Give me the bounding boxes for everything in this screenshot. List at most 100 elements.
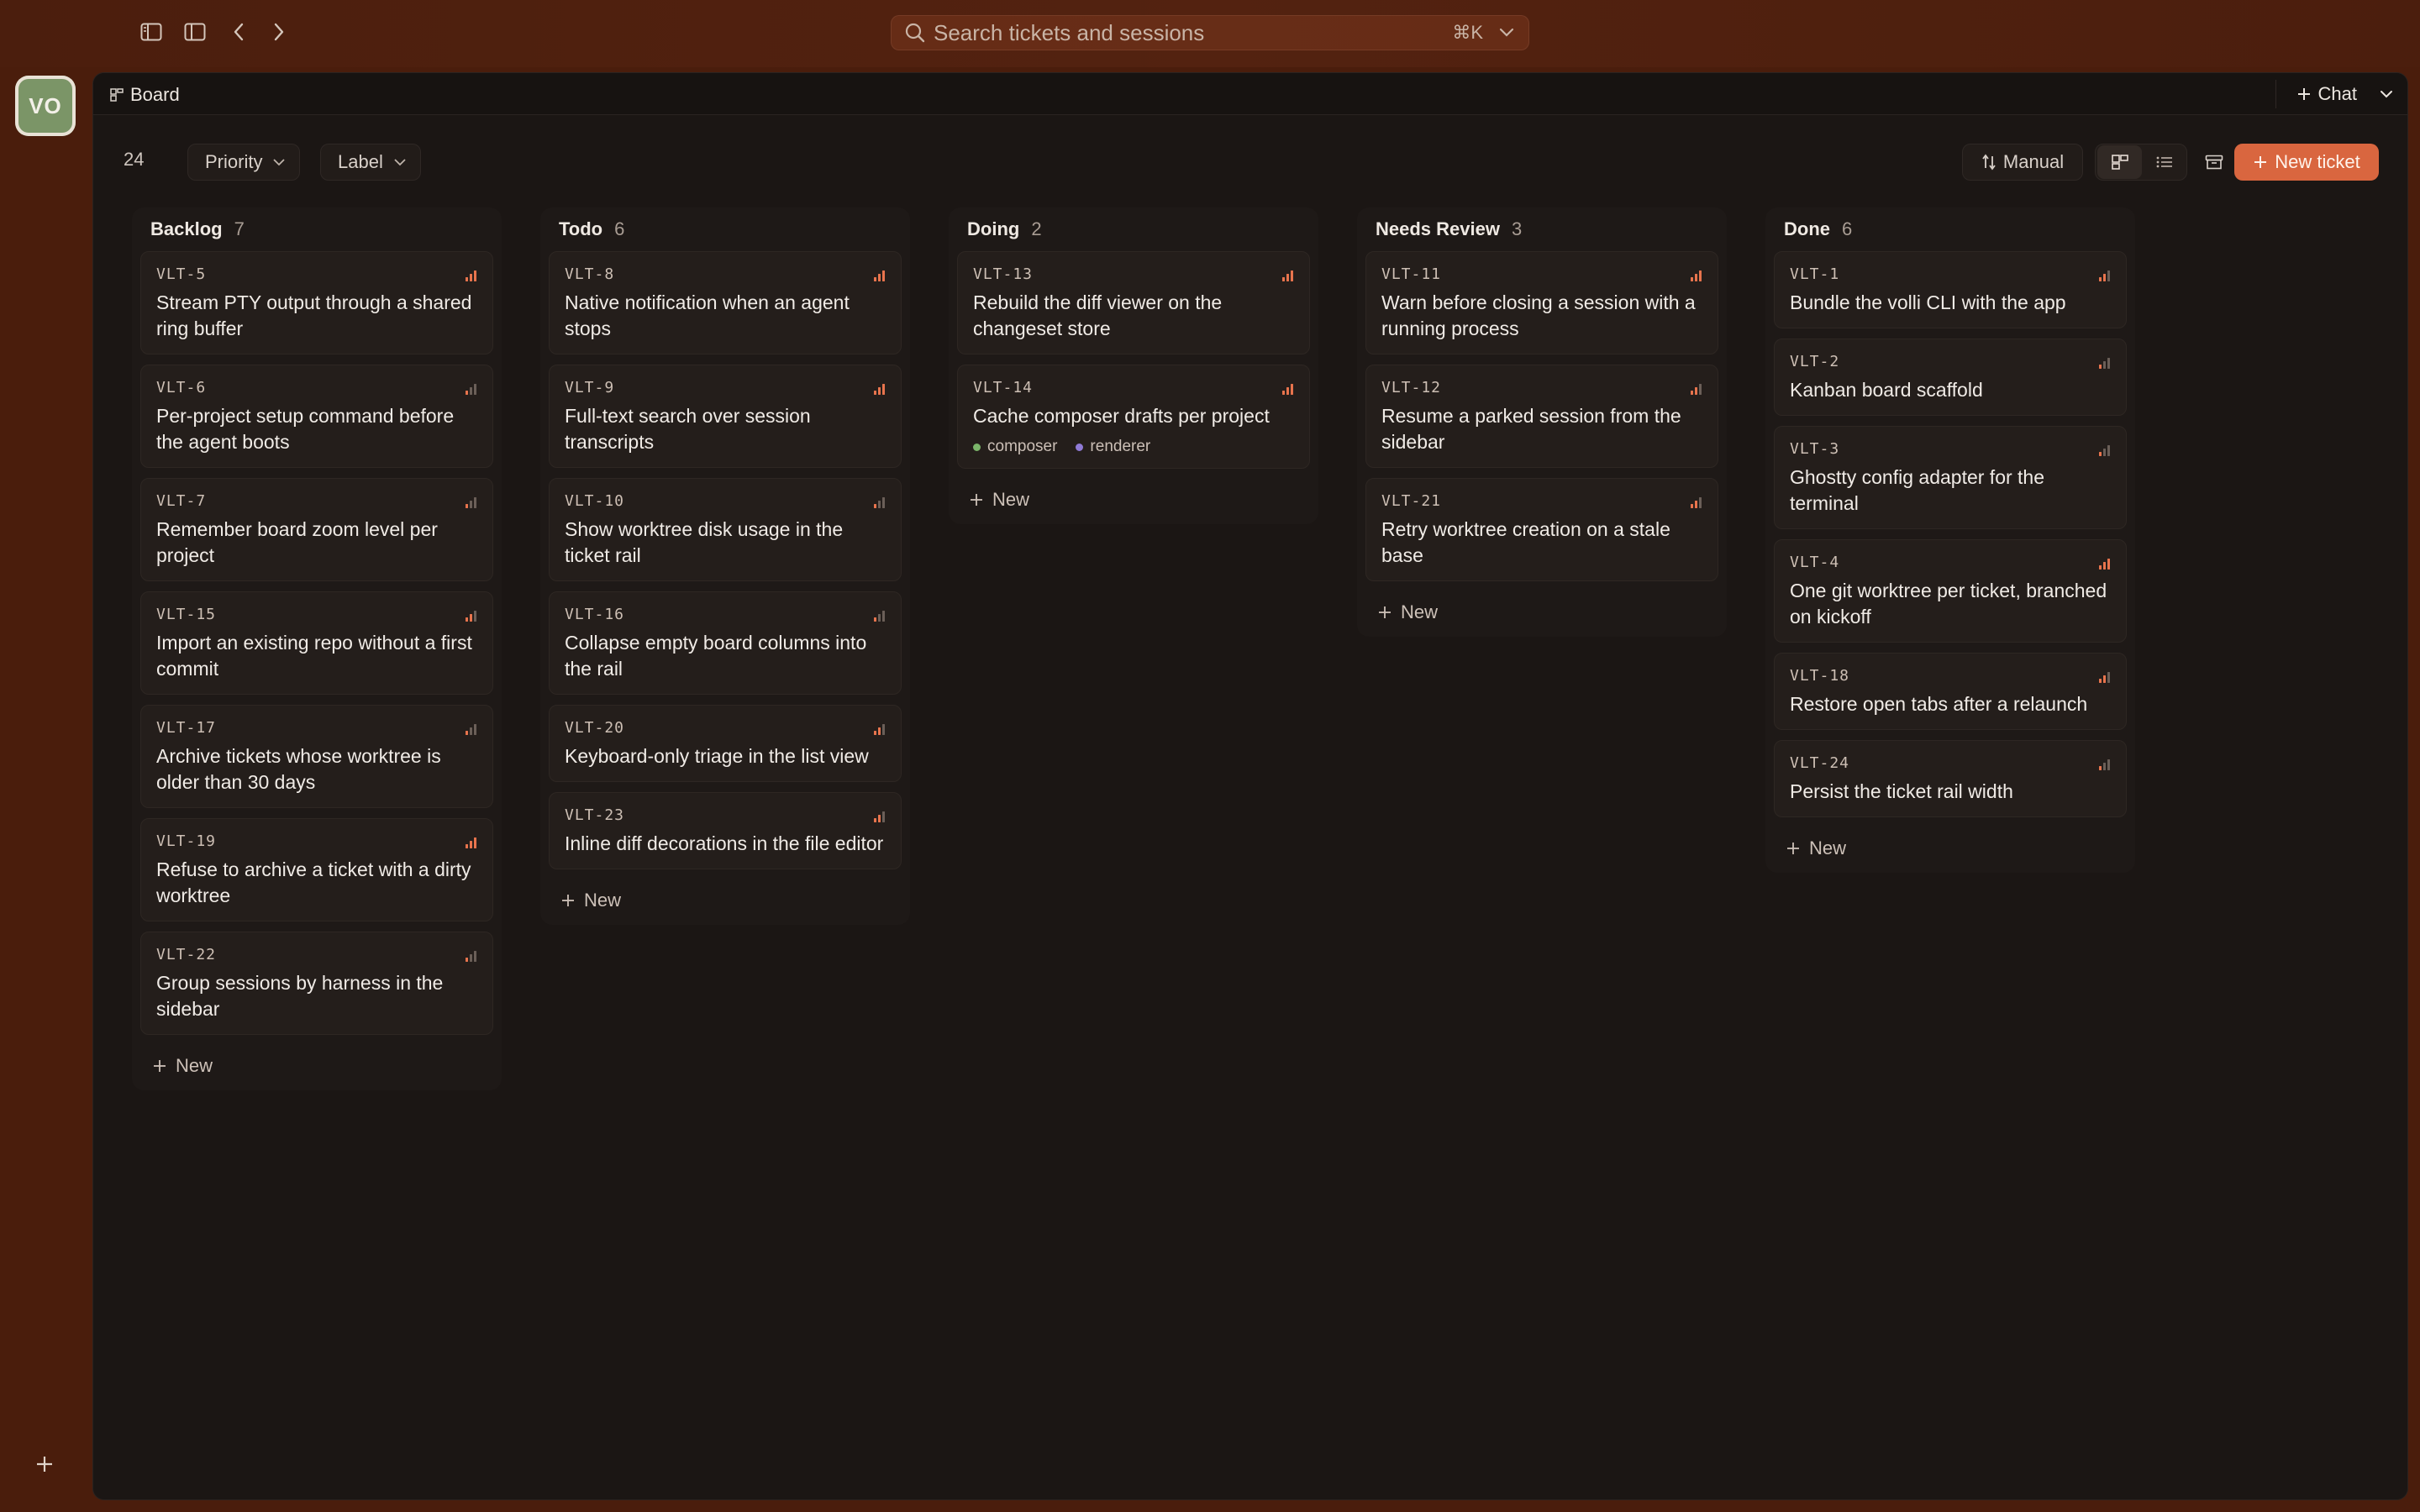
ticket-title: One git worktree per ticket, branched on… — [1790, 580, 2107, 627]
priority-icon — [1282, 384, 1293, 395]
tab-board[interactable]: Board — [110, 81, 180, 108]
ticket-id: VLT-21 — [1381, 492, 1442, 510]
ticket-id: VLT-14 — [973, 379, 1034, 396]
priority-indicator — [464, 269, 477, 286]
ticket-card[interactable]: VLT-3 Ghostty config adapter for the term… — [1774, 426, 2127, 529]
add-workspace-button[interactable] — [25, 1445, 64, 1483]
ticket-title: Remember board zoom level per project — [156, 518, 438, 566]
ticket-id: VLT-12 — [1381, 379, 1442, 396]
label-filter-label: Label — [338, 151, 383, 172]
chat-button[interactable]: Chat — [2275, 80, 2357, 108]
ticket-id: VLT-7 — [156, 492, 207, 510]
ticket-card[interactable]: VLT-5 Stream PTY output through a shared … — [140, 251, 493, 354]
priority-indicator — [872, 722, 886, 740]
ticket-card[interactable]: VLT-23 Inline diff decorations in the fil… — [549, 792, 902, 869]
plus-icon — [562, 895, 574, 906]
ticket-id: VLT-6 — [156, 379, 207, 396]
chevron-down-icon[interactable] — [2379, 88, 2394, 103]
new-card-button[interactable]: New — [957, 479, 1310, 511]
ticket-card[interactable]: VLT-8 Native notification when an agent s… — [549, 251, 902, 354]
new-card-label: New — [176, 1055, 213, 1076]
ticket-card[interactable]: VLT-10 Show worktree disk usage in the ti… — [549, 478, 902, 581]
sidebar-toggle-icon[interactable] — [138, 18, 165, 45]
ticket-card[interactable]: VLT-15 Import an existing repo without a … — [140, 591, 493, 695]
list-view-icon[interactable] — [2142, 145, 2186, 179]
ticket-card[interactable]: VLT-1 Bundle the volli CLI with the app — [1774, 251, 2127, 328]
plus-icon — [37, 1457, 52, 1472]
ticket-id: VLT-18 — [1790, 667, 1850, 685]
ticket-card[interactable]: VLT-20 Keyboard-only triage in the list v… — [549, 705, 902, 782]
priority-icon — [874, 811, 885, 822]
forward-icon[interactable] — [266, 18, 292, 45]
ticket-card[interactable]: VLT-9 Full-text search over session trans… — [549, 365, 902, 468]
column-header: Done 6 — [1774, 207, 2127, 251]
avatar[interactable]: VO — [15, 76, 76, 136]
ticket-id: VLT-15 — [156, 606, 217, 623]
ticket-card[interactable]: VLT-7 Remember board zoom level per proje… — [140, 478, 493, 581]
priority-filter[interactable]: Priority — [187, 144, 301, 181]
column-header: Backlog 7 — [140, 207, 493, 251]
priority-icon — [1691, 497, 1702, 508]
ticket-title: Archive tickets whose worktree is older … — [156, 745, 441, 793]
ticket-title: Collapse empty board columns into the ra… — [565, 632, 867, 680]
priority-icon — [466, 384, 476, 395]
priority-icon — [2099, 559, 2110, 570]
ticket-card[interactable]: VLT-6 Per-project setup command before th… — [140, 365, 493, 468]
search-bar[interactable]: Search tickets and sessions ⌘K — [891, 15, 1529, 50]
ticket-label[interactable]: renderer — [1076, 438, 1150, 456]
label-filter[interactable]: Label — [320, 144, 421, 181]
tab-bar: Board Chat — [93, 73, 2407, 115]
new-card-button[interactable]: New — [1774, 827, 2127, 859]
ticket-label[interactable]: composer — [973, 438, 1057, 456]
board-column: Backlog 7 VLT-5 Stream PTY output through a… — [132, 207, 502, 1090]
sort-button[interactable]: Manual — [1962, 144, 2083, 181]
archive-icon[interactable] — [2199, 144, 2229, 181]
ticket-card[interactable]: VLT-14 Cache composer drafts per project c… — [957, 365, 1310, 469]
ticket-title: Group sessions by harness in the sidebar — [156, 972, 444, 1020]
ticket-card[interactable]: VLT-4 One git worktree per ticket, branch… — [1774, 539, 2127, 643]
ticket-card[interactable]: VLT-21 Retry worktree creation on a stale… — [1365, 478, 1718, 581]
ticket-card[interactable]: VLT-13 Rebuild the diff viewer on the cha… — [957, 251, 1310, 354]
plus-icon — [1787, 843, 1799, 854]
new-card-button[interactable]: New — [549, 879, 902, 911]
ticket-title: Inline diff decorations in the file edit… — [565, 832, 884, 854]
ticket-id: VLT-22 — [156, 946, 217, 963]
ticket-id: VLT-17 — [156, 719, 217, 737]
ticket-card[interactable]: VLT-2 Kanban board scaffold — [1774, 339, 2127, 416]
plus-icon — [2297, 88, 2310, 100]
ticket-id: VLT-4 — [1790, 554, 1840, 571]
new-card-button[interactable]: New — [140, 1045, 493, 1077]
back-icon[interactable] — [225, 18, 252, 45]
ticket-card[interactable]: VLT-12 Resume a parked session from the s… — [1365, 365, 1718, 468]
priority-icon — [466, 724, 476, 735]
chevron-down-icon[interactable] — [1498, 27, 1515, 39]
label-name: renderer — [1090, 438, 1151, 455]
column-count: 6 — [1842, 218, 1853, 239]
ticket-id: VLT-11 — [1381, 265, 1442, 283]
label-dot — [1076, 443, 1084, 451]
new-card-label: New — [1401, 601, 1439, 622]
ticket-id: VLT-16 — [565, 606, 625, 623]
ticket-title: Per-project setup command before the age… — [156, 405, 455, 453]
priority-indicator — [2097, 356, 2111, 374]
ticket-card[interactable]: VLT-22 Group sessions by harness in the s… — [140, 932, 493, 1035]
ticket-id: VLT-24 — [1790, 754, 1850, 772]
board-view-icon[interactable] — [2097, 145, 2142, 179]
new-ticket-label: New ticket — [2275, 151, 2360, 172]
priority-icon — [874, 384, 885, 395]
priority-icon — [466, 611, 476, 622]
ticket-card[interactable]: VLT-16 Collapse empty board columns into … — [549, 591, 902, 695]
plus-icon — [2254, 156, 2267, 168]
panel-toggle-icon[interactable] — [182, 18, 208, 45]
ticket-card[interactable]: VLT-18 Restore open tabs after a relaunch — [1774, 653, 2127, 730]
title-bar: Search tickets and sessions ⌘K — [0, 0, 2420, 67]
ticket-card[interactable]: VLT-19 Refuse to archive a ticket with a … — [140, 818, 493, 921]
new-card-button[interactable]: New — [1365, 591, 1718, 623]
priority-indicator — [464, 949, 477, 967]
ticket-id: VLT-10 — [565, 492, 625, 510]
ticket-card[interactable]: VLT-11 Warn before closing a session with… — [1365, 251, 1718, 354]
ticket-card[interactable]: VLT-24 Persist the ticket rail width — [1774, 740, 2127, 817]
ticket-card[interactable]: VLT-17 Archive tickets whose worktree is … — [140, 705, 493, 808]
ticket-title: Full-text search over session transcript… — [565, 405, 811, 453]
new-ticket-button[interactable]: New ticket — [2234, 144, 2379, 181]
